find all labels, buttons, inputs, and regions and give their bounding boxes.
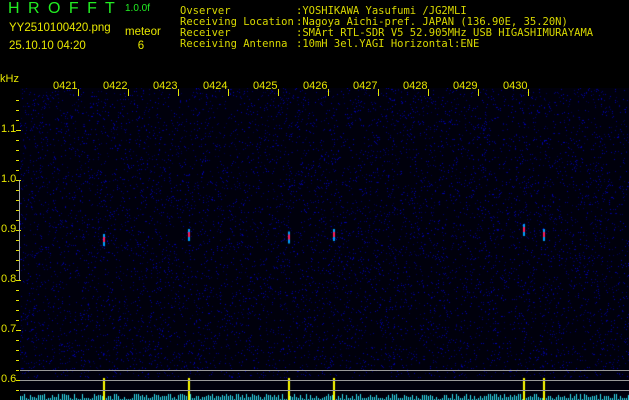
y-tick-label: 0.8 bbox=[1, 273, 17, 285]
y-tick bbox=[16, 330, 21, 331]
y-tick bbox=[16, 300, 19, 301]
time-tick-label: 0426 bbox=[303, 80, 328, 92]
y-tick bbox=[16, 120, 19, 121]
y-tick bbox=[16, 150, 19, 151]
filename: YY2510100420.png bbox=[9, 22, 111, 34]
version: 1.0.0f bbox=[125, 3, 151, 14]
y-tick bbox=[16, 100, 19, 101]
time-tick bbox=[428, 89, 429, 96]
y-tick bbox=[16, 290, 19, 291]
time-tick bbox=[378, 89, 379, 96]
time-tick-label: 0429 bbox=[453, 80, 478, 92]
grid-line bbox=[20, 390, 629, 391]
time-tick-label: 0422 bbox=[103, 80, 128, 92]
y-tick bbox=[16, 130, 21, 131]
datetime: 25.10.10 04:20 bbox=[9, 40, 86, 52]
y-tick bbox=[16, 170, 19, 171]
app-title: H R O F F T bbox=[8, 0, 117, 17]
time-tick bbox=[128, 89, 129, 96]
time-tick-label: 0430 bbox=[503, 80, 528, 92]
y-tick-label: 1.1 bbox=[1, 123, 17, 135]
meteor-label: meteor bbox=[125, 26, 161, 38]
info-label: Receiving Antenna bbox=[180, 38, 288, 50]
time-tick-label: 0425 bbox=[253, 80, 278, 92]
y-tick bbox=[16, 110, 19, 111]
spectrogram bbox=[20, 88, 629, 400]
y-tick bbox=[16, 360, 19, 361]
y-tick bbox=[16, 350, 19, 351]
time-tick-label: 0423 bbox=[153, 80, 178, 92]
time-tick-label: 0427 bbox=[353, 80, 378, 92]
time-tick bbox=[78, 89, 79, 96]
time-tick bbox=[278, 89, 279, 96]
time-tick bbox=[178, 89, 179, 96]
unit-label: kHz bbox=[0, 73, 19, 85]
y-tick-label: 0.6 bbox=[1, 373, 17, 385]
meteor-count: 6 bbox=[137, 40, 145, 52]
time-tick-label: 0428 bbox=[403, 80, 428, 92]
y-tick-label: 1.0 bbox=[1, 173, 17, 185]
grid-line bbox=[20, 380, 629, 381]
time-tick bbox=[228, 89, 229, 96]
y-tick bbox=[16, 280, 21, 281]
y-tick bbox=[16, 320, 19, 321]
time-tick-label: 0424 bbox=[203, 80, 228, 92]
y-tick bbox=[16, 160, 19, 161]
y-tick bbox=[16, 390, 19, 391]
time-tick bbox=[328, 89, 329, 96]
y-tick bbox=[16, 310, 19, 311]
info-value: :10mH 3el.YAGI Horizontal:ENE bbox=[296, 38, 480, 50]
y-tick bbox=[16, 140, 19, 141]
y-tick-label: 0.9 bbox=[1, 223, 17, 235]
time-tick bbox=[528, 89, 529, 96]
y-tick bbox=[16, 340, 19, 341]
y-tick-label: 0.7 bbox=[1, 323, 17, 335]
y-tick bbox=[16, 370, 19, 371]
time-tick-label: 0421 bbox=[53, 80, 78, 92]
scale-bar bbox=[19, 180, 20, 280]
grid-line bbox=[20, 370, 629, 371]
time-tick bbox=[478, 89, 479, 96]
